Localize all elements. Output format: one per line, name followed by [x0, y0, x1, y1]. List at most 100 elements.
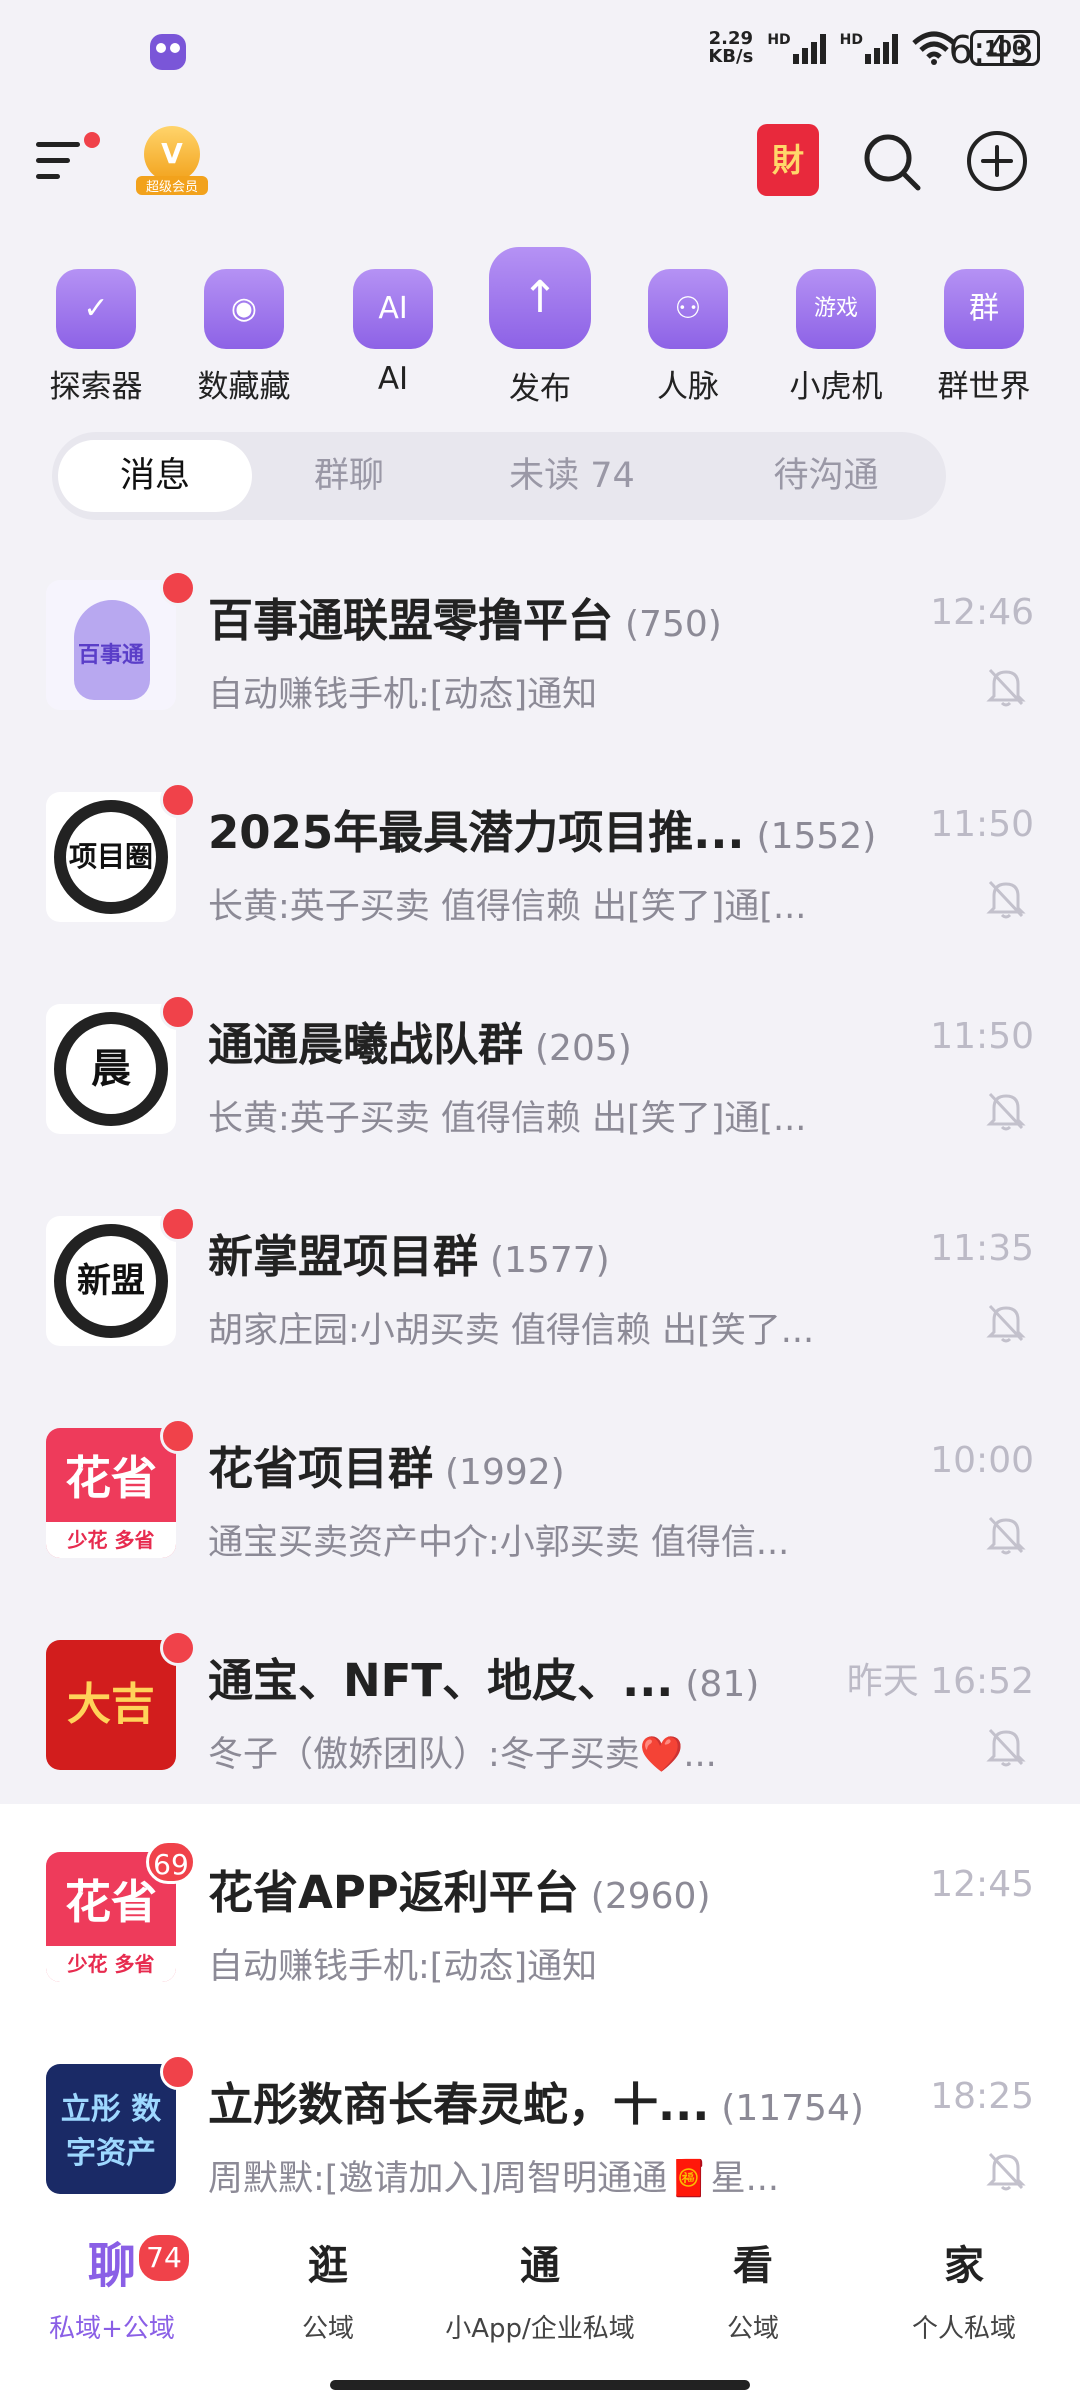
unread-dot: [160, 1418, 196, 1454]
status-bar: 6:43 2.29 KB/s HD HD 100: [0, 0, 1080, 100]
shortcut-explorer[interactable]: ✓ 探索器: [36, 245, 156, 406]
unread-dot: [160, 1630, 196, 1666]
muted-bell-icon: [986, 2152, 1026, 2191]
explorer-icon: ✓: [56, 269, 136, 349]
unread-dot: [160, 782, 196, 818]
nav-browse[interactable]: 逛 公域: [228, 2238, 428, 2345]
member-count: (1992): [445, 1452, 565, 1493]
chat-list: 百事通 百事通联盟零撸平台 (750) 12:46 自动赚钱手机:[动态]通知 项…: [0, 532, 1080, 2228]
shortcut-contacts[interactable]: ⚇ 人脉: [628, 245, 748, 406]
member-count: (11754): [721, 2088, 864, 2129]
group-icon: 群: [944, 269, 1024, 349]
chat-preview: 自动赚钱手机:[动态]通知: [208, 675, 598, 715]
chat-row[interactable]: 项目圈 2025年最具潜力项目推... (1552) 11:50 长黄:英子买卖 …: [0, 744, 1080, 956]
chat-preview: 自动赚钱手机:[动态]通知: [208, 1947, 598, 1987]
nav-connect[interactable]: 通 小App/企业私域: [440, 2238, 640, 2345]
chat-time: 11:50: [930, 1016, 1034, 1057]
top-bar: V 超级会员 財: [0, 120, 1080, 200]
chat-row[interactable]: 花省 少花 多省 花省项目群 (1992) 10:00 通宝买卖资产中介:小郭买卖 …: [0, 1380, 1080, 1592]
member-count: (1552): [756, 816, 877, 857]
chat-time: 11:35: [930, 1228, 1034, 1269]
chat-time: 12:45: [930, 1864, 1034, 1905]
wifi-icon: [912, 31, 956, 65]
home-indicator[interactable]: [330, 2380, 750, 2390]
chat-title: 花省APP返利平台 (2960): [208, 1866, 711, 1919]
shortcut-tiger-machine[interactable]: 游戏 小虎机: [776, 245, 896, 406]
battery-icon: 100: [970, 30, 1040, 66]
unread-dot: [160, 994, 196, 1030]
menu-notification-dot: [84, 132, 100, 148]
unread-count-badge: 69: [146, 1840, 196, 1884]
nav-home[interactable]: 家 个人私域: [864, 2238, 1064, 2345]
unread-dot: [160, 1206, 196, 1242]
chat-title: 2025年最具潜力项目推... (1552): [208, 806, 877, 859]
chat-time: 18:25: [930, 2076, 1034, 2117]
chat-time: 11:50: [930, 804, 1034, 845]
shortcut-group-world[interactable]: 群 群世界: [924, 245, 1044, 406]
chat-row[interactable]: 立彤 数字资产 立彤数商长春灵蛇，十... (11754) 18:25 周默默:[…: [0, 2016, 1080, 2228]
piggy-bank-icon: ◉: [204, 269, 284, 349]
avatar: 花省 少花 多省: [46, 1428, 176, 1558]
app-notification-icon: [150, 34, 186, 70]
avatar: 晨: [46, 1004, 176, 1134]
chat-title: 百事通联盟零撸平台 (750): [208, 594, 722, 647]
muted-bell-icon: [986, 880, 1026, 919]
tab-pending[interactable]: 待沟通: [716, 440, 936, 512]
avatar: 新盟: [46, 1216, 176, 1346]
muted-bell-icon: [986, 1092, 1026, 1131]
nav-unread-badge: 74: [136, 2232, 192, 2284]
tab-group-chats[interactable]: 群聊: [264, 440, 434, 512]
member-count: (1577): [490, 1240, 610, 1281]
network-speed: 2.29 KB/s: [708, 28, 754, 67]
chat-row[interactable]: 花省 少花 多省 69 花省APP返利平台 (2960) 12:45 自动赚钱手机:…: [0, 1804, 1080, 2016]
red-packet-icon[interactable]: 財: [757, 124, 819, 196]
shortcut-collection[interactable]: ◉ 数藏藏: [184, 245, 304, 406]
tab-messages[interactable]: 消息: [58, 440, 252, 512]
unread-dot: [160, 570, 196, 606]
menu-icon[interactable]: [36, 136, 86, 180]
bottom-nav: 聊 私域+公域 74 逛 公域 通 小App/企业私域 看 公域 家 个人私域: [0, 2210, 1080, 2400]
muted-bell-icon: [986, 1728, 1026, 1767]
shortcut-ai[interactable]: AI AI: [333, 245, 453, 397]
chat-row[interactable]: 百事通 百事通联盟零撸平台 (750) 12:46 自动赚钱手机:[动态]通知: [0, 532, 1080, 744]
chat-preview: 长黄:英子买卖 值得信赖 出[笑了]通[...: [208, 1099, 807, 1139]
add-icon[interactable]: [966, 130, 1028, 192]
member-count: (81): [685, 1664, 760, 1705]
chat-preview: 周默默:[邀请加入]周智明通通🧧星...: [208, 2159, 780, 2199]
shortcut-bar: ✓ 探索器 ◉ 数藏藏 AI AI ↑ 发布 ⚇ 人脉 游戏 小虎机 群 群世界: [0, 245, 1080, 415]
signal-icon-2: HD: [840, 32, 898, 64]
vip-icon: V: [144, 126, 200, 182]
nav-watch[interactable]: 看 公域: [653, 2238, 853, 2345]
chat-title: 通宝、NFT、地皮、... (81): [208, 1654, 760, 1707]
game-icon: 游戏: [796, 269, 876, 349]
chat-title: 新掌盟项目群 (1577): [208, 1230, 610, 1283]
avatar: 百事通: [46, 580, 176, 710]
chat-title: 立彤数商长春灵蛇，十... (11754): [208, 2078, 864, 2131]
member-count: (2960): [590, 1876, 711, 1917]
chat-row[interactable]: 晨 通通晨曦战队群 (205) 11:50 长黄:英子买卖 值得信赖 出[笑了]通…: [0, 956, 1080, 1168]
chat-time: 10:00: [930, 1440, 1034, 1481]
vip-badge[interactable]: V 超级会员: [136, 126, 208, 202]
avatar: 立彤 数字资产: [46, 2064, 176, 2194]
tab-unread[interactable]: 未读 74: [452, 440, 692, 512]
member-count: (205): [535, 1028, 632, 1069]
network-icon: ⚇: [648, 269, 728, 349]
shortcut-publish[interactable]: ↑ 发布: [480, 245, 600, 408]
chat-preview: 胡家庄园:小胡买卖 值得信赖 出[笑了...: [208, 1311, 815, 1351]
search-icon[interactable]: [862, 132, 922, 192]
chat-preview: 长黄:英子买卖 值得信赖 出[笑了]通[...: [208, 887, 807, 927]
chat-row[interactable]: 新盟 新掌盟项目群 (1577) 11:35 胡家庄园:小胡买卖 值得信赖 出[笑…: [0, 1168, 1080, 1380]
message-filter-tabs: 消息 群聊 未读 74 待沟通: [52, 432, 946, 520]
nav-chat[interactable]: 聊 私域+公域 74: [12, 2232, 212, 2345]
avatar: 项目圈: [46, 792, 176, 922]
muted-bell-icon: [986, 1304, 1026, 1343]
avatar: 大吉: [46, 1640, 176, 1770]
chat-title: 花省项目群 (1992): [208, 1442, 565, 1495]
status-icons: 2.29 KB/s HD HD 100: [708, 30, 1040, 66]
chat-time: 12:46: [930, 592, 1034, 633]
chat-row[interactable]: 大吉 通宝、NFT、地皮、... (81) 昨天 16:52 冬子（傲娇团队）:冬…: [0, 1592, 1080, 1804]
chat-time: 昨天 16:52: [846, 1661, 1034, 1702]
ai-icon: AI: [353, 269, 433, 349]
chat-preview: 通宝买卖资产中介:小郭买卖 值得信...: [208, 1523, 790, 1563]
upload-icon: ↑: [489, 247, 591, 349]
